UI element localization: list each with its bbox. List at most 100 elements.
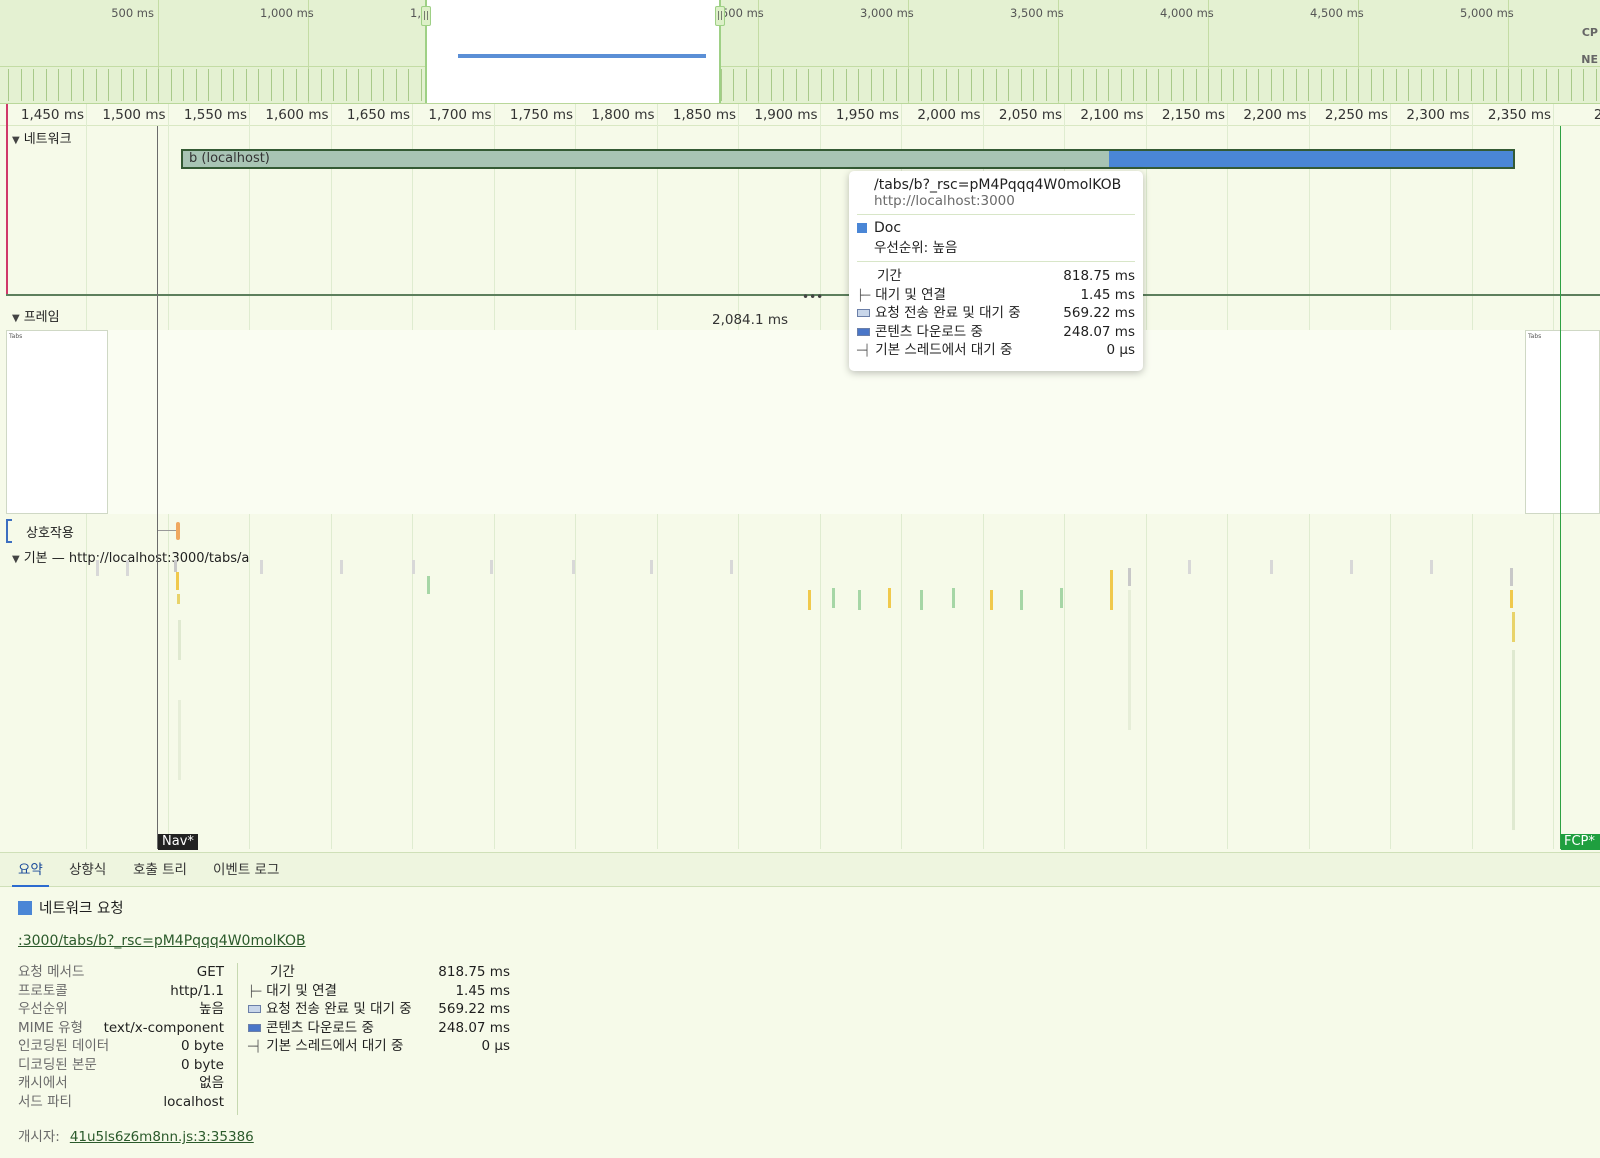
- timing-row-label: 기본 스레드에서 대기 중: [266, 1038, 404, 1054]
- flame-chart-event[interactable]: [1350, 560, 1353, 574]
- flame-chart-event[interactable]: [1110, 570, 1113, 610]
- timing-row-value: 1.45 ms: [455, 982, 510, 999]
- tooltip-priority: 우선순위: 높음: [874, 240, 958, 256]
- flame-chart-event[interactable]: [1512, 650, 1515, 830]
- ruler-tick-label: 1,550 ms: [183, 107, 247, 123]
- frames-track-title: 프레임: [23, 310, 60, 325]
- flame-chart-event[interactable]: [832, 588, 835, 608]
- overview-right-handle[interactable]: ||: [715, 6, 725, 26]
- flame-chart-event[interactable]: [178, 620, 181, 660]
- tooltip-separator: [857, 261, 1135, 262]
- ruler-tick-label: 1,650 ms: [346, 107, 410, 123]
- flame-chart-event[interactable]: [427, 576, 430, 594]
- flame-chart-event[interactable]: [730, 560, 733, 574]
- initiator-link[interactable]: 41u5ls6z6m8nn.js:3:35386: [70, 1129, 254, 1145]
- overview-frame: [1333, 69, 1347, 101]
- timing-row: ─┤ 기본 스레드에서 대기 중 0 µs: [248, 1037, 510, 1056]
- flame-chart-event[interactable]: [1510, 590, 1513, 608]
- overview-frame: [8, 69, 22, 101]
- flame-chart-event[interactable]: [888, 588, 891, 608]
- flame-chart-event[interactable]: [1188, 560, 1191, 574]
- overview-frame: [1058, 69, 1072, 101]
- flame-chart-event[interactable]: [96, 560, 99, 576]
- overview-selection-window[interactable]: [425, 0, 721, 103]
- ruler-tick-label: 1,700 ms: [428, 107, 492, 123]
- tab-summary[interactable]: 요약: [12, 853, 49, 887]
- flame-chart-event[interactable]: [1512, 612, 1515, 642]
- tooltip-duration-value: 818.75 ms: [1063, 268, 1135, 284]
- overview-frame: [1308, 69, 1322, 101]
- flame-chart-event[interactable]: [808, 590, 811, 610]
- flame-chart-event[interactable]: [1430, 560, 1433, 574]
- overview-frame: [1358, 69, 1372, 101]
- flame-chart-event[interactable]: [1510, 568, 1513, 586]
- flame-chart-event[interactable]: [650, 560, 653, 574]
- flame-chart-event[interactable]: [1128, 568, 1131, 586]
- timing-row-label: 대기 및 연결: [266, 982, 337, 999]
- overview-frame: [833, 69, 847, 101]
- main-track-header[interactable]: ▼ 기본 — http://localhost:3000/tabs/a: [12, 547, 249, 566]
- flame-chart-event[interactable]: [412, 560, 415, 574]
- main-thread-whisker-icon: ─┤: [857, 344, 871, 357]
- expand-triangle-icon[interactable]: ▼: [12, 554, 20, 565]
- flame-chart-event[interactable]: [126, 560, 129, 576]
- network-request-bar[interactable]: b (localhost): [181, 149, 1515, 169]
- navigation-marker-line: [157, 126, 158, 849]
- flame-chart-event[interactable]: [260, 560, 263, 574]
- resize-dots-icon[interactable]: •••: [802, 290, 823, 304]
- tooltip-duration-label: 기간: [877, 268, 902, 284]
- ruler-tick-label: 1,950 ms: [835, 107, 899, 123]
- overview-frame: [1233, 69, 1247, 101]
- detail-value: http/1.1: [170, 982, 224, 999]
- timing-row: 요청 전송 완료 및 대기 중 569.22 ms: [248, 1000, 510, 1019]
- flame-chart-event[interactable]: [990, 590, 993, 610]
- tab-call-tree[interactable]: 호출 트리: [127, 853, 193, 887]
- overview-frame: [1558, 69, 1572, 101]
- flame-chart-event[interactable]: [1020, 590, 1023, 610]
- network-track-header[interactable]: ▼ 네트워크: [12, 128, 72, 147]
- summary-title: 네트워크 요청: [18, 897, 124, 918]
- flame-chart-event[interactable]: [1060, 588, 1063, 608]
- flame-chart-event[interactable]: [176, 572, 179, 590]
- frame-thumbnail-first[interactable]: Tabs: [6, 330, 108, 514]
- flame-chart-event[interactable]: [952, 588, 955, 608]
- flame-chart-event[interactable]: [920, 590, 923, 610]
- timing-row-value: 569.22 ms: [438, 1001, 510, 1017]
- overview-frame: [1283, 69, 1297, 101]
- details-separator: [237, 963, 238, 1115]
- timeline-overview[interactable]: 500 ms1,000 ms1,500 ms2,000 ms2,500 ms3,…: [0, 0, 1600, 104]
- flame-chart-event[interactable]: [1128, 590, 1131, 730]
- flame-chart-event[interactable]: [174, 560, 177, 572]
- overview-frame: [1483, 69, 1497, 101]
- flame-chart-event[interactable]: [1270, 560, 1273, 574]
- expand-triangle-icon[interactable]: ▼: [12, 313, 20, 324]
- navigation-marker-label[interactable]: Nav*: [158, 834, 198, 850]
- fcp-marker-label[interactable]: FCP*: [1561, 834, 1600, 850]
- frame-thumbnail-text: Tabs: [1528, 333, 1542, 340]
- expand-triangle-icon[interactable]: ▼: [12, 135, 20, 146]
- flame-chart-event[interactable]: [572, 560, 575, 574]
- overview-left-handle[interactable]: ||: [421, 6, 431, 26]
- flame-chart-event[interactable]: [340, 560, 343, 574]
- detail-key: 서드 파티: [18, 1093, 72, 1110]
- resource-color-swatch-icon: [857, 223, 867, 233]
- flame-chart-event[interactable]: [858, 590, 861, 610]
- overview-tick-label: 4,500 ms: [1310, 6, 1364, 20]
- overview-frame: [1158, 69, 1172, 101]
- summary-request-url-link[interactable]: :3000/tabs/b?_rsc=pM4Pqqq4W0molKOB: [18, 933, 306, 949]
- interactions-track-title[interactable]: 상호작용: [26, 522, 74, 541]
- flame-chart-event[interactable]: [490, 560, 493, 574]
- flame-chart-event[interactable]: [178, 700, 181, 780]
- detail-row: 디코딩된 본문 0 byte: [18, 1056, 224, 1075]
- interaction-marker[interactable]: [176, 522, 180, 540]
- frames-track-header[interactable]: ▼ 프레임: [12, 306, 60, 325]
- tab-event-log[interactable]: 이벤트 로그: [207, 853, 285, 887]
- overview-frame: [33, 69, 47, 101]
- tab-bottom-up[interactable]: 상향식: [63, 853, 112, 887]
- overview-frame: [1133, 69, 1147, 101]
- ruler-tick-label: 2,300 ms: [1406, 107, 1470, 123]
- detail-row: 서드 파티 localhost: [18, 1093, 224, 1112]
- frame-thumbnail-last[interactable]: Tabs: [1525, 330, 1600, 514]
- flame-chart-event[interactable]: [177, 594, 180, 604]
- overview-frame: [383, 69, 397, 101]
